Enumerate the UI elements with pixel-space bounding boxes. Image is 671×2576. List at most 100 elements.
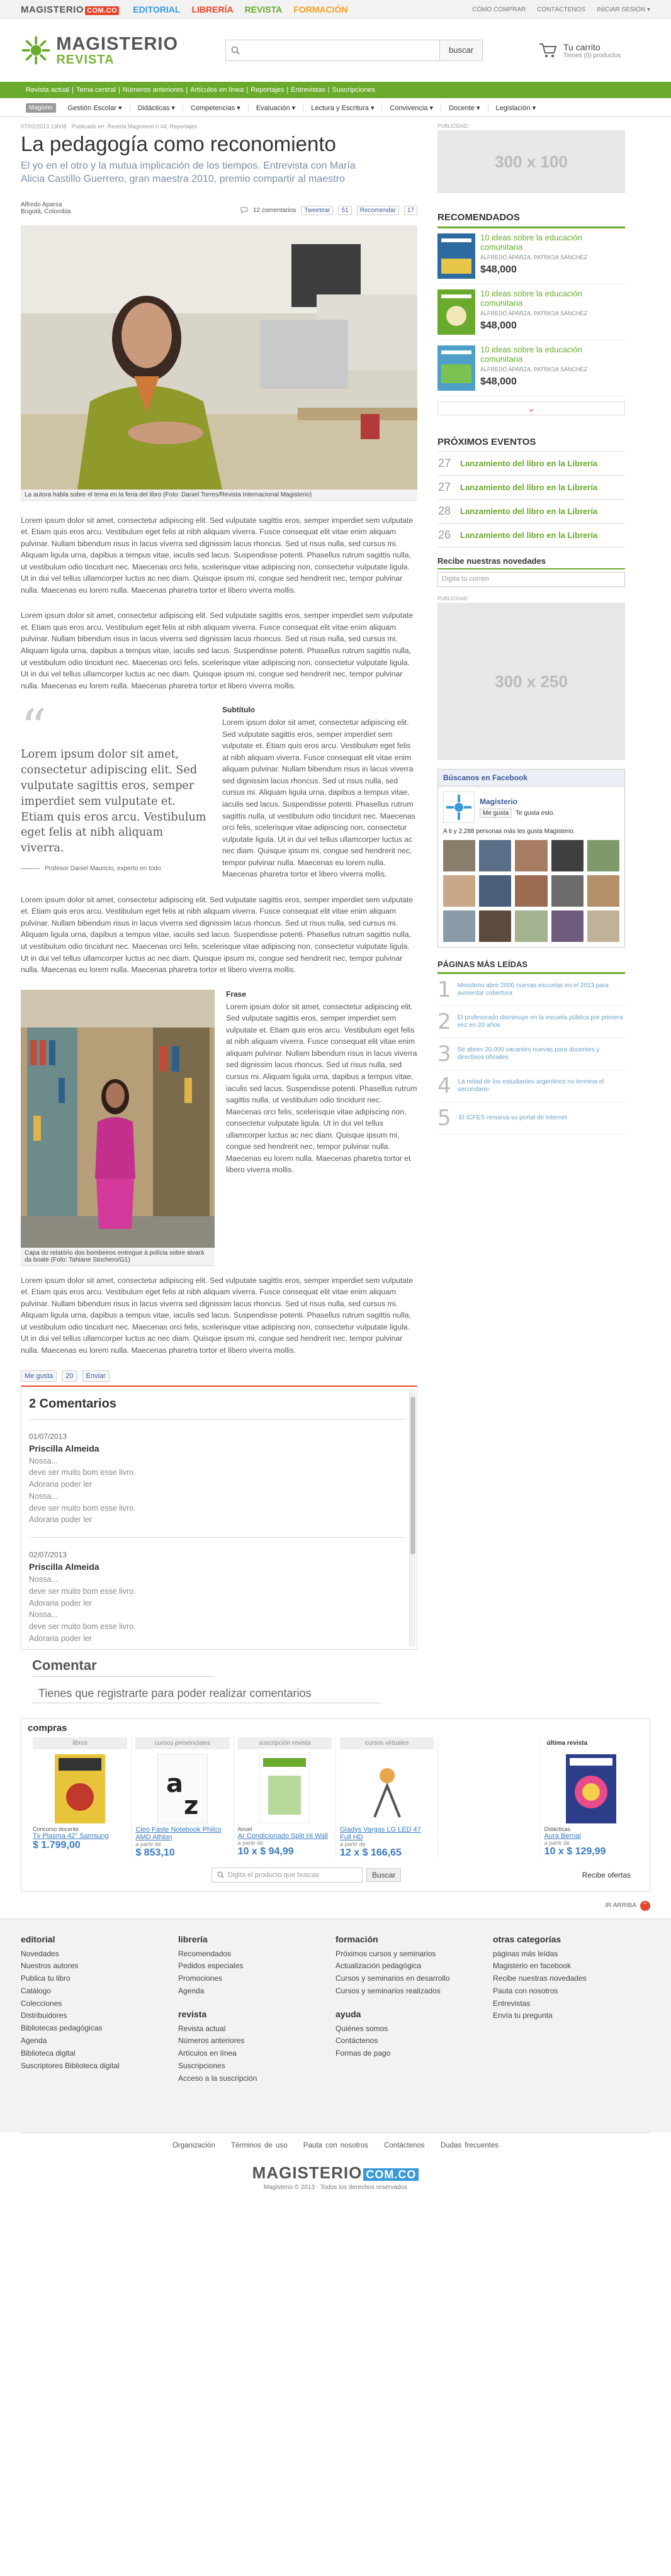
link-iniciar-sesion[interactable]: INICIAR SESIÓN ▾	[597, 6, 650, 13]
comments-scrollbar[interactable]	[409, 1389, 415, 1647]
cat-docente[interactable]: Docente ▾	[441, 103, 488, 112]
shop-item[interactable]: cursos virtuales Gladys Vargas LG LED 47…	[335, 1737, 437, 1859]
topnav-editorial[interactable]: EDITORIAL	[133, 4, 180, 14]
product-name[interactable]: Ar Condicionado Split Hi Wall	[238, 1832, 332, 1840]
fan-avatar[interactable]	[479, 910, 512, 942]
cat-legislacion[interactable]: Legislación ▾	[488, 104, 544, 112]
fan-avatar[interactable]	[515, 910, 548, 942]
nav-entrevistas[interactable]: Entrevistas	[291, 86, 325, 94]
bottom-link[interactable]: Organización	[172, 2142, 215, 2149]
topnav-formacion[interactable]: FORMACIÓN	[293, 4, 347, 14]
book-title[interactable]: 10 ideas sobre la educación comunitaria	[480, 233, 625, 252]
bottom-link[interactable]: Términos de uso	[231, 2142, 288, 2149]
cat-convivencia[interactable]: Convivencia ▾	[382, 103, 441, 112]
cat-gestion-escolar[interactable]: Gestión Escolar ▾	[60, 103, 130, 112]
fan-avatar[interactable]	[443, 875, 476, 907]
footer-link[interactable]: Quiénes somos	[336, 2023, 493, 2036]
footer-link[interactable]: páginas más leídas	[493, 1948, 650, 1961]
fan-avatar[interactable]	[443, 840, 476, 871]
fan-avatar[interactable]	[587, 840, 619, 871]
footer-link[interactable]: Agenda	[178, 1985, 336, 1998]
most-read-title[interactable]: El ICFES renueva su portal de Internet	[459, 1114, 567, 1123]
shop-item[interactable]: suscripción revista Anuel Ar Condicionad…	[233, 1737, 336, 1859]
footer-link[interactable]: Recomendados	[178, 1948, 336, 1961]
send-button[interactable]: Enviar	[82, 1370, 110, 1382]
footer-link[interactable]: Números anteriores	[178, 2035, 336, 2047]
footer-link[interactable]: Acceso a la suscripción	[178, 2073, 336, 2085]
footer-link[interactable]: Novedades	[21, 1948, 178, 1961]
recommend-button[interactable]: Recomendar	[356, 205, 399, 215]
nav-suscripciones[interactable]: Suscripciones	[332, 86, 375, 94]
most-read-item[interactable]: 1 Ministerio abre 2000 nuevas escuelas en…	[437, 974, 625, 1006]
bottom-link[interactable]: Dudas frecuentes	[441, 2142, 499, 2149]
shop-tab-cursos-virtuales[interactable]: cursos virtuales	[339, 1737, 434, 1749]
fan-avatar[interactable]	[551, 875, 584, 907]
most-read-title[interactable]: Se abren 20.000 vacantes nuevas para doc…	[458, 1046, 625, 1062]
book-title[interactable]: 10 ideas sobre la educación comunitaria	[480, 289, 625, 308]
facebook-page-name[interactable]: Magisterio	[480, 797, 555, 806]
footer-link[interactable]: Cursos y seminarios realizados	[336, 1985, 493, 1998]
footer-link[interactable]: Envía tu pregunta	[493, 2010, 650, 2022]
facebook-like-button[interactable]: Me gusta	[480, 808, 512, 818]
newsletter-email-input[interactable]: Digita tu correo	[437, 572, 625, 587]
fan-avatar[interactable]	[551, 910, 584, 942]
revista-logo[interactable]: MAGISTERIO REVISTA	[21, 34, 178, 67]
footer-link[interactable]: Promociones	[178, 1973, 336, 1985]
nav-revista-actual[interactable]: Revista actual	[26, 86, 69, 94]
footer-link[interactable]: Contáctenos	[336, 2035, 493, 2047]
footer-link[interactable]: Artículos en línea	[178, 2047, 336, 2060]
event-item[interactable]: 27 Lanzamiento del libro en la Librería	[437, 452, 625, 476]
nav-reportajes[interactable]: Reportajes	[251, 86, 284, 94]
event-title[interactable]: Lanzamiento del libro en la Librería	[460, 483, 597, 492]
cart[interactable]: Tu carrito Tienes (0) productos	[538, 42, 621, 59]
recommended-item[interactable]: 10 ideas sobre la educación comunitaria …	[437, 340, 625, 396]
event-title[interactable]: Lanzamiento del libro en la Librería	[460, 530, 597, 540]
shop-tab-libros[interactable]: libros	[33, 1737, 128, 1749]
footer-link[interactable]: Nuestros autores	[21, 1960, 178, 1973]
shop-item[interactable]: última revista Didácticas Aura Bernal a …	[539, 1737, 642, 1859]
recommended-item[interactable]: 10 ideas sobre la educación comunitaria …	[437, 284, 625, 340]
fan-avatar[interactable]	[587, 875, 619, 907]
footer-link[interactable]: Entrevistas	[493, 1998, 650, 2010]
link-contactenos[interactable]: CONTÁCTENOS	[537, 6, 585, 13]
footer-link[interactable]: Revista actual	[178, 2023, 336, 2036]
footer-link[interactable]: Cursos y seminarios en desarrollo	[336, 1973, 493, 1985]
product-name[interactable]: Cleo Faste Notebook Philco AMD Athlon	[135, 1826, 229, 1841]
most-read-item[interactable]: 3 Se abren 20.000 vacantes nuevas para do…	[437, 1038, 625, 1070]
recommended-item[interactable]: 10 ideas sobre la educación comunitaria …	[437, 228, 625, 284]
nav-numeros-anteriores[interactable]: Números anteriores	[123, 86, 184, 94]
most-read-title[interactable]: El profesorado disminuye en la escuela p…	[458, 1014, 625, 1030]
event-item[interactable]: 28 Lanzamiento del libro en la Librería	[437, 500, 625, 524]
footer-link[interactable]: Recibe nuestras novedades	[493, 1973, 650, 1985]
nav-articulos-en-linea[interactable]: Artículos en línea	[190, 86, 244, 94]
cat-evaluacion[interactable]: Evaluación ▾	[249, 103, 304, 112]
brand-logo-small[interactable]: MAGISTERIO COM.CO	[21, 4, 120, 15]
topnav-libreria[interactable]: LIBRERÍA	[191, 4, 233, 14]
nav-tema-central[interactable]: Tema central	[76, 86, 116, 94]
footer-link[interactable]: Distribuidores	[21, 2010, 178, 2022]
event-title[interactable]: Lanzamiento del libro en la Librería	[460, 459, 597, 468]
fan-avatar[interactable]	[443, 910, 476, 942]
product-name[interactable]: Gladys Vargas LG LED 47 Full HD	[340, 1826, 434, 1841]
shop-item[interactable]: libros Concurso docente Tv Plasma 42" Sa…	[29, 1737, 131, 1859]
fan-avatar[interactable]	[515, 840, 548, 871]
shop-item[interactable]: cursos presenciales az Cleo Faste Notebo…	[131, 1737, 233, 1859]
bottom-link[interactable]: Pauta con nosotros	[303, 2142, 368, 2149]
fan-avatar[interactable]	[479, 840, 512, 871]
book-title[interactable]: 10 ideas sobre la educación comunitaria	[480, 345, 625, 364]
cat-lectura-escritura[interactable]: Lectura y Escritura ▾	[303, 103, 383, 112]
footer-link[interactable]: Agenda	[21, 2035, 178, 2047]
footer-link[interactable]: Formas de pago	[336, 2047, 493, 2060]
footer-link[interactable]: Bibliotecas pedagógicas	[21, 2022, 178, 2035]
shop-search-button[interactable]: Buscar	[366, 1868, 402, 1882]
shop-tab-suscripcion-revista[interactable]: suscripción revista	[237, 1737, 332, 1749]
most-read-item[interactable]: 2 El profesorado disminuye en la escuela …	[437, 1006, 625, 1038]
footer-link[interactable]: Magisterio en facebook	[493, 1960, 650, 1973]
event-item[interactable]: 26 Lanzamiento del libro en la Librería	[437, 524, 625, 547]
ad-300x100[interactable]: 300 x 100	[437, 130, 625, 193]
footer-link[interactable]: Pauta con nosotros	[493, 1985, 650, 1998]
product-name[interactable]: Aura Bernal	[544, 1832, 638, 1840]
shop-search-input[interactable]: Digita el producto que buscas	[211, 1867, 363, 1883]
fan-avatar[interactable]	[515, 875, 548, 907]
footer-link[interactable]: Suscripciones	[178, 2060, 336, 2073]
